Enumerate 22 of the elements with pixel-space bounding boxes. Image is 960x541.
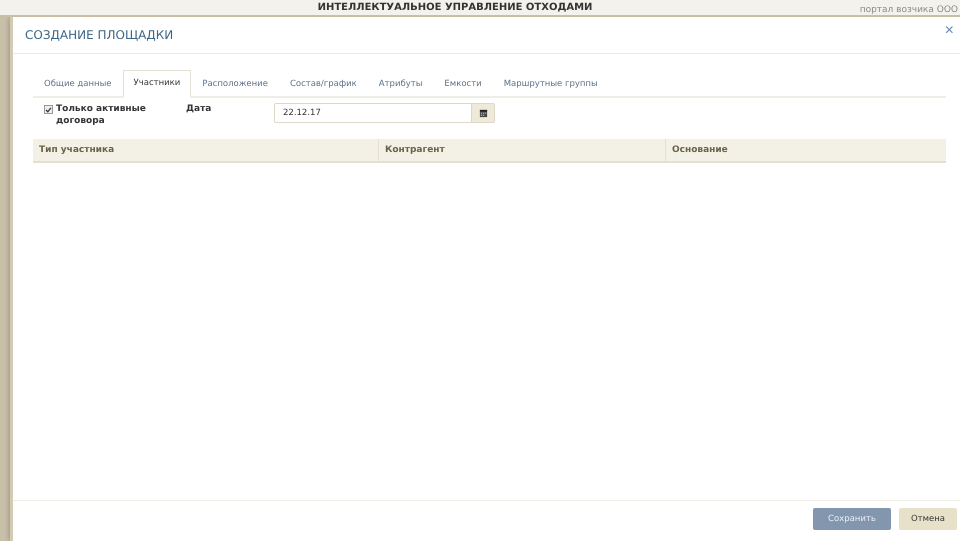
- site-title: ИНТЕЛЛЕКТУАЛЬНОЕ УПРАВЛЕНИЕ ОТХОДАМИ: [316, 2, 594, 14]
- save-button[interactable]: Сохранить: [812, 508, 891, 530]
- date-field[interactable]: 22.12.17: [274, 103, 471, 123]
- tab[interactable]: Расположение: [191, 70, 279, 98]
- close-button[interactable]: ×: [942, 23, 956, 39]
- calendar-icon: [478, 108, 488, 118]
- checkbox-label: Только активные договора: [56, 103, 147, 127]
- column-header: Основание: [665, 139, 946, 161]
- tab[interactable]: Состав/график: [278, 70, 368, 98]
- tab[interactable]: Емкости: [433, 70, 493, 98]
- cancel-button[interactable]: Отмена: [898, 508, 957, 530]
- column-header: Тип участника: [38, 144, 116, 157]
- date-label: Дата: [185, 103, 212, 115]
- column-header: Контрагент: [378, 139, 665, 161]
- tab[interactable]: Атрибуты: [368, 70, 434, 98]
- dialog-title: СОЗДАНИЕ ПЛОЩАДКИ: [25, 28, 174, 42]
- tab[interactable]: Маршрутные группы: [492, 70, 609, 98]
- calendar-button[interactable]: [471, 103, 495, 123]
- checkbox[interactable]: [44, 105, 53, 114]
- tab[interactable]: Общие данные: [33, 70, 123, 98]
- tab[interactable]: Участники: [122, 70, 192, 98]
- portal-label: портал возчика ООО: [860, 5, 958, 15]
